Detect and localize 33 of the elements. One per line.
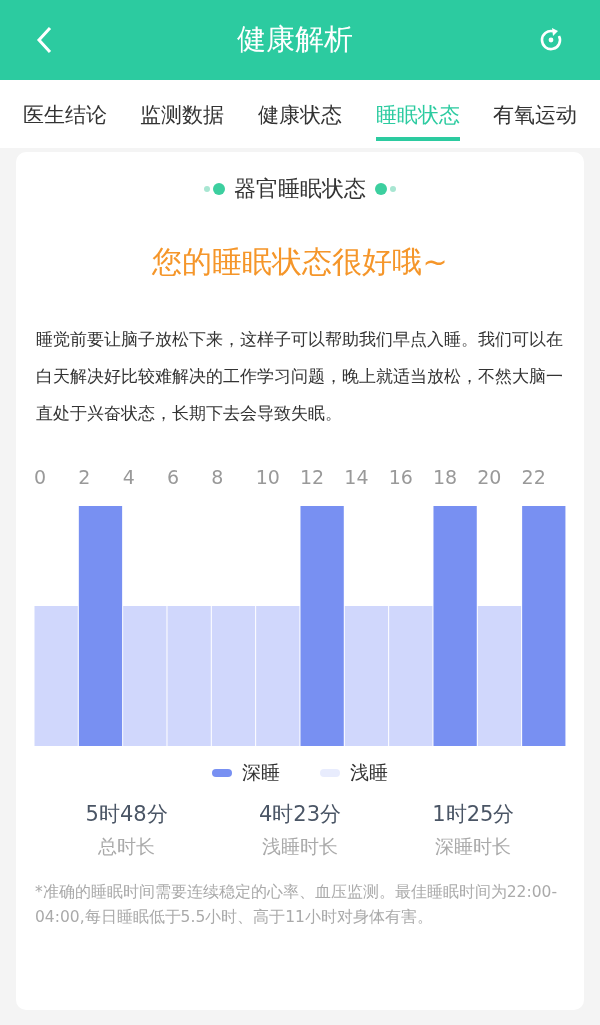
axis-label: 22 [521,466,547,488]
axis-label: 6 [167,466,181,488]
stat-label: 浅睡时长 [262,834,338,859]
axis-label: 0 [34,466,48,488]
axis-label: 16 [388,466,414,488]
back-icon[interactable] [36,26,52,54]
dots-icon [372,182,398,196]
stat-value: 4时23分 [258,801,342,828]
axis-label: 4 [122,466,136,488]
stat-label: 总时长 [98,834,156,859]
tab[interactable]: 有氧运动 [493,91,578,141]
axis-label: 10 [255,466,281,488]
page-title: 健康解析 [237,21,353,58]
legend-label: 浅睡 [350,760,388,785]
refresh-icon[interactable] [538,27,564,53]
axis-label: 12 [299,466,326,488]
axis-label: 20 [477,466,503,488]
headline: 您的睡眠状态很好哦~ [152,243,448,281]
stat-value: 5时48分 [85,801,168,828]
tab[interactable]: 监测数据 [140,91,225,141]
axis-label: 8 [211,466,225,488]
stat-label: 深睡时长 [435,834,512,859]
footnote-text: *准确的睡眠时间需要连续稳定的心率、血压监测。最佳睡眠时间为22:00-04:00,每日睡眠低于5.5小时、高于11小时对身体有害。 [35,882,558,928]
tab[interactable]: 健康状态 [258,91,342,141]
axis-label: 14 [344,466,370,488]
axis-label: 18 [432,466,459,488]
legend-label: 深睡 [242,760,280,785]
axis-label: 2 [78,466,92,488]
stat-value: 1时25分 [432,801,515,828]
dots-icon [202,182,228,196]
advice-text: 睡觉前要让脑子放松下来，这样子可以帮助我们早点入睡。我们可以在白天解决好比较难解决的工作学习问题，晚上就适当放松，不然大脑一直处于兴奋状态，长期下去会导致失眠。 [36,328,564,425]
tab[interactable]: 医生结论 [22,91,107,141]
section-title: 器官睡眠状态 [234,175,366,203]
